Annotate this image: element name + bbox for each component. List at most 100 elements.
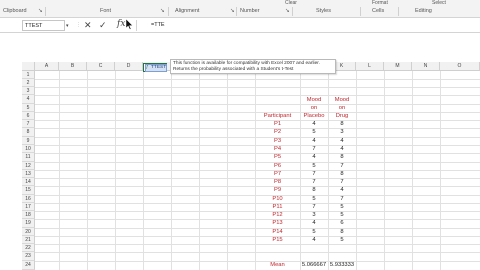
placebo-value[interactable]: 5	[300, 229, 328, 235]
column-header[interactable]: L	[356, 62, 384, 71]
participant-id[interactable]: P4	[255, 146, 300, 152]
drug-value[interactable]: 4	[328, 138, 356, 144]
placebo-value[interactable]: 4	[300, 121, 328, 127]
row-header[interactable]: 11	[22, 153, 35, 162]
row-header[interactable]: 3	[22, 87, 35, 95]
placebo-value[interactable]: 5	[300, 196, 328, 202]
grid-line	[35, 104, 480, 105]
name-box[interactable]: TTEST	[22, 20, 65, 31]
column-header[interactable]: C	[87, 62, 115, 71]
participant-id[interactable]: P8	[255, 179, 300, 185]
placebo-value[interactable]: 4	[300, 237, 328, 243]
column-header[interactable]: N	[412, 62, 440, 71]
drug-header-line1: Mood	[334, 97, 350, 103]
drug-value[interactable]: 3	[328, 129, 356, 135]
insert-function-icon[interactable]: fx	[117, 19, 125, 29]
participant-id[interactable]: P9	[255, 187, 300, 193]
column-header[interactable]: O	[440, 62, 480, 71]
row-header[interactable]: 15	[22, 186, 35, 195]
placebo-value[interactable]: 5	[300, 163, 328, 169]
mean-label[interactable]: Mean	[255, 262, 300, 268]
placebo-value[interactable]: 4	[300, 220, 328, 226]
drug-value[interactable]: 8	[328, 171, 356, 177]
placebo-value[interactable]: 7	[300, 171, 328, 177]
row-header[interactable]: 24	[22, 261, 35, 270]
drug-value[interactable]: 8	[328, 121, 356, 127]
dialog-launcher-icon[interactable]: ↘	[160, 8, 165, 14]
row-header[interactable]: 5	[22, 104, 35, 112]
cancel-icon[interactable]: ✕	[84, 20, 92, 31]
row-header[interactable]: 20	[22, 228, 35, 236]
row-header[interactable]: 23	[22, 252, 35, 261]
placebo-value[interactable]: 5	[300, 129, 328, 135]
column-header[interactable]: B	[59, 62, 87, 71]
clear-menu[interactable]: Clear	[285, 0, 297, 6]
drug-value[interactable]: 5	[328, 212, 356, 218]
column-header[interactable]: A	[35, 62, 59, 71]
participant-id[interactable]: P1	[255, 121, 300, 127]
placebo-value[interactable]: 4	[300, 138, 328, 144]
row-header[interactable]: 19	[22, 219, 35, 228]
row-header[interactable]: 9	[22, 137, 35, 145]
row-header[interactable]: 17	[22, 203, 35, 211]
row-header[interactable]: 6	[22, 112, 35, 120]
row-header[interactable]: 16	[22, 195, 35, 203]
row-header[interactable]: 21	[22, 236, 35, 244]
ribbon-group-number: Number	[240, 8, 260, 14]
drug-value[interactable]: 8	[328, 154, 356, 160]
row-header[interactable]: 12	[22, 162, 35, 170]
participant-id[interactable]: P7	[255, 171, 300, 177]
row-header[interactable]: 8	[22, 128, 35, 137]
column-header[interactable]: D	[115, 62, 143, 71]
select-all-button[interactable]	[22, 62, 35, 71]
drug-value[interactable]: 5	[328, 204, 356, 210]
row-header[interactable]: 1	[22, 71, 35, 79]
grid-line	[35, 244, 480, 245]
participant-id[interactable]: P13	[255, 220, 300, 226]
placebo-value[interactable]: 8	[300, 187, 328, 193]
dialog-launcher-icon[interactable]: ↘	[285, 8, 290, 14]
placebo-value[interactable]: 7	[300, 179, 328, 185]
participant-id[interactable]: P10	[255, 196, 300, 202]
placebo-value[interactable]: 3	[300, 212, 328, 218]
formula-input[interactable]: =TTE	[136, 20, 480, 31]
participant-id[interactable]: P2	[255, 129, 300, 135]
drug-value[interactable]: 6	[328, 220, 356, 226]
drug-value[interactable]: 7	[328, 196, 356, 202]
participant-id[interactable]: P15	[255, 237, 300, 243]
mean-placebo[interactable]: 5.066667	[300, 262, 328, 268]
placebo-value[interactable]: 4	[300, 154, 328, 160]
mean-drug[interactable]: 5.933333	[328, 262, 356, 268]
format-menu[interactable]: Format	[372, 0, 388, 6]
placebo-header-line2: on	[310, 105, 318, 111]
participant-id[interactable]: P12	[255, 212, 300, 218]
enter-icon[interactable]: ✓	[99, 20, 107, 31]
select-menu[interactable]: Select	[432, 0, 446, 6]
participant-id[interactable]: P6	[255, 163, 300, 169]
name-box-dropdown-icon[interactable]: ▾	[66, 21, 69, 32]
dialog-launcher-icon[interactable]: ↘	[230, 8, 235, 14]
ribbon-separator	[292, 7, 293, 16]
drug-value[interactable]: 8	[328, 229, 356, 235]
column-header[interactable]: M	[384, 62, 412, 71]
participant-id[interactable]: P5	[255, 154, 300, 160]
row-header[interactable]: 2	[22, 79, 35, 87]
row-header[interactable]: 18	[22, 211, 35, 219]
drug-value[interactable]: 7	[328, 179, 356, 185]
placebo-value[interactable]: 7	[300, 146, 328, 152]
participant-id[interactable]: P11	[255, 204, 300, 210]
row-header[interactable]: 13	[22, 170, 35, 178]
participant-id[interactable]: P14	[255, 229, 300, 235]
placebo-value[interactable]: 7	[300, 204, 328, 210]
dialog-launcher-icon[interactable]: ↘	[38, 8, 43, 14]
drug-value[interactable]: 4	[328, 187, 356, 193]
participant-id[interactable]: P3	[255, 138, 300, 144]
row-header[interactable]: 7	[22, 120, 35, 128]
row-header[interactable]: 14	[22, 178, 35, 186]
drug-value[interactable]: 7	[328, 163, 356, 169]
row-header[interactable]: 4	[22, 95, 35, 104]
row-header[interactable]: 10	[22, 145, 35, 153]
drug-value[interactable]: 4	[328, 146, 356, 152]
drug-value[interactable]: 5	[328, 237, 356, 243]
row-header[interactable]: 22	[22, 244, 35, 252]
